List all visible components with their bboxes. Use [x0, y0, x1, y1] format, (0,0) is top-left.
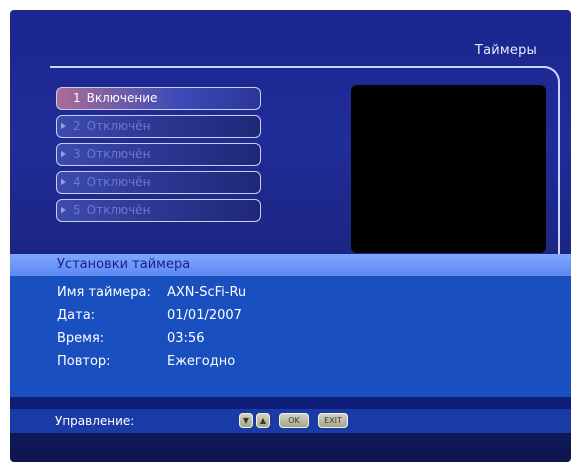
timer-number: 4 [73, 175, 81, 189]
timer-number: 5 [73, 203, 81, 217]
timer-item-2[interactable]: 2 Отключён [56, 115, 261, 138]
repeat-label: Повтор: [57, 354, 111, 369]
timer-name-row: Имя таймера: AXN-ScFi-Ru [57, 285, 246, 300]
settings-header: Установки таймера [10, 254, 571, 276]
timer-status: Включение [86, 91, 158, 105]
timer-name-label: Имя таймера: [57, 285, 151, 300]
ok-button[interactable]: OK [279, 413, 309, 428]
pointer-icon [61, 123, 66, 129]
timer-status: Отключён [86, 147, 151, 161]
timer-number: 3 [73, 147, 81, 161]
timer-item-4[interactable]: 4 Отключён [56, 171, 261, 194]
divider-stripe [10, 397, 571, 409]
timer-item-1[interactable]: 1 Включение [56, 87, 261, 110]
timers-menu: Таймеры 1 Включение 2 Отключён 3 Отключён 4… [10, 10, 571, 462]
timer-status: Отключён [86, 119, 151, 133]
date-value[interactable]: 01/01/2007 [167, 308, 242, 323]
time-label: Время: [57, 331, 105, 346]
exit-button[interactable]: EXIT [318, 413, 348, 428]
timer-item-3[interactable]: 3 Отключён [56, 143, 261, 166]
date-row: Дата: 01/01/2007 [57, 308, 242, 323]
key-hints: ▼ ▲ OK EXIT [239, 413, 348, 428]
arrow-down-icon[interactable]: ▼ [239, 413, 253, 428]
date-label: Дата: [57, 308, 96, 323]
controls-label: Управление: [55, 414, 135, 428]
repeat-row: Повтор: Ежегодно [57, 354, 235, 369]
timer-number: 1 [73, 91, 81, 105]
pointer-icon [61, 151, 66, 157]
timer-status: Отключён [86, 175, 151, 189]
timer-settings-panel: Установки таймера Имя таймера: AXN-ScFi-R… [10, 254, 571, 397]
pointer-icon [61, 179, 66, 185]
arrow-up-icon[interactable]: ▲ [256, 413, 270, 428]
timer-name-value[interactable]: AXN-ScFi-Ru [167, 285, 246, 300]
timer-list: 1 Включение 2 Отключён 3 Отключён 4 Отключён… [56, 87, 261, 227]
repeat-value[interactable]: Ежегодно [167, 354, 235, 369]
timer-status: Отключён [86, 203, 151, 217]
time-row: Время: 03:56 [57, 331, 204, 346]
controls-bar: Управление: ▼ ▲ OK EXIT [10, 409, 571, 433]
video-preview [351, 85, 546, 253]
page-title: Таймеры [474, 43, 537, 58]
pointer-icon [61, 207, 66, 213]
timer-item-5[interactable]: 5 Отключён [56, 199, 261, 222]
timer-number: 2 [73, 119, 81, 133]
tv-screen: Таймеры 1 Включение 2 Отключён 3 Отключён 4… [0, 0, 577, 464]
time-value[interactable]: 03:56 [167, 331, 204, 346]
